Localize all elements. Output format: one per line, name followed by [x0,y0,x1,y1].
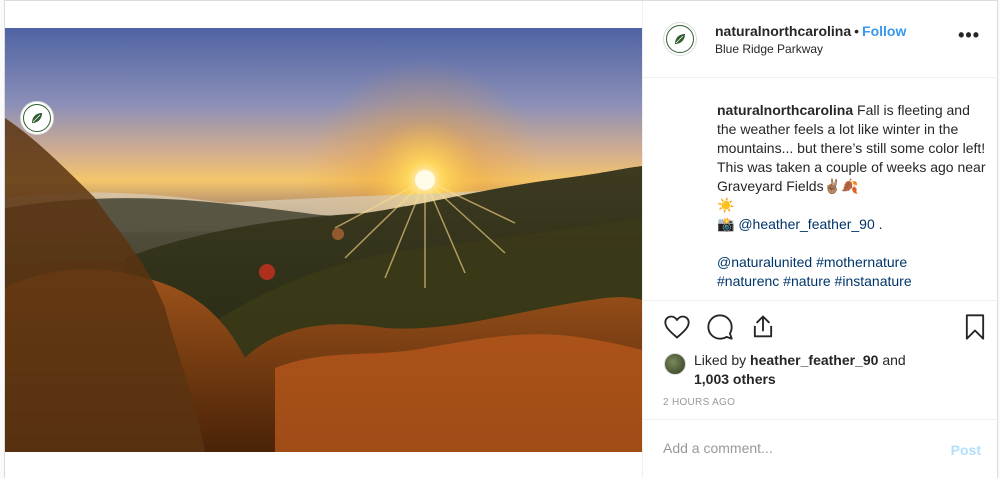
hashtag-link[interactable]: #instanature [835,273,912,289]
sunset-mountain-image [5,28,642,452]
mention-link[interactable]: @heather_feather_90 [738,216,874,232]
likes-section: Liked by heather_feather_90 and 1,003 ot… [643,351,998,401]
hashtag-link[interactable]: #nature [783,273,830,289]
comment-input[interactable] [663,440,923,456]
post-header: naturalnorthcarolina • Follow Blue Ridge P… [643,1,998,78]
likes-prefix: Liked by [694,352,751,368]
likes-text: Liked by heather_feather_90 and 1,003 ot… [694,351,994,389]
hashtag-link[interactable]: @naturalunited [717,254,812,270]
author-username[interactable]: naturalnorthcarolina [715,23,851,39]
separator-dot: • [854,23,860,39]
post-photo[interactable] [5,28,642,452]
post-comment-button[interactable]: Post [951,442,981,458]
bookmark-icon[interactable] [961,313,989,341]
mention-suffix: . [874,216,883,232]
caption-section: naturalnorthcarolina Fall is fleeting an… [20,78,998,301]
likes-others[interactable]: 1,003 others [694,371,776,387]
hashtag-link[interactable]: #naturenc [717,273,779,289]
caption-text: naturalnorthcarolina Fall is fleeting an… [717,101,993,291]
leaf-logo-icon [666,25,694,53]
heart-icon[interactable] [663,313,691,341]
author-avatar[interactable] [663,22,697,56]
post-sidebar: naturalnorthcarolina • Follow Blue Ridge P… [20,1,999,478]
follow-button[interactable]: Follow [862,23,906,39]
more-icon[interactable]: ••• [958,25,980,46]
instagram-post: naturalnorthcarolina • Follow Blue Ridge P… [4,0,999,478]
comment-box: Post [643,419,999,478]
post-timestamp[interactable]: 2 HOURS AGO [663,397,735,408]
header-line: naturalnorthcarolina • Follow [715,23,906,39]
likes-and: and [878,352,906,368]
liker-username[interactable]: heather_feather_90 [750,352,878,368]
peace-leaf-emoji: ✌🏽🍂 [823,178,859,194]
comment-icon[interactable] [706,313,734,341]
photo-area [5,1,642,478]
share-icon[interactable] [749,313,777,341]
location-link[interactable]: Blue Ridge Parkway [715,42,823,56]
hashtag-link[interactable]: #mothernature [816,254,907,270]
camera-emoji: 📸 [717,216,735,232]
liker-avatar[interactable] [664,353,686,375]
action-bar [643,301,998,351]
sun-emoji: ☀️ [717,197,735,213]
caption-username[interactable]: naturalnorthcarolina [717,102,853,118]
